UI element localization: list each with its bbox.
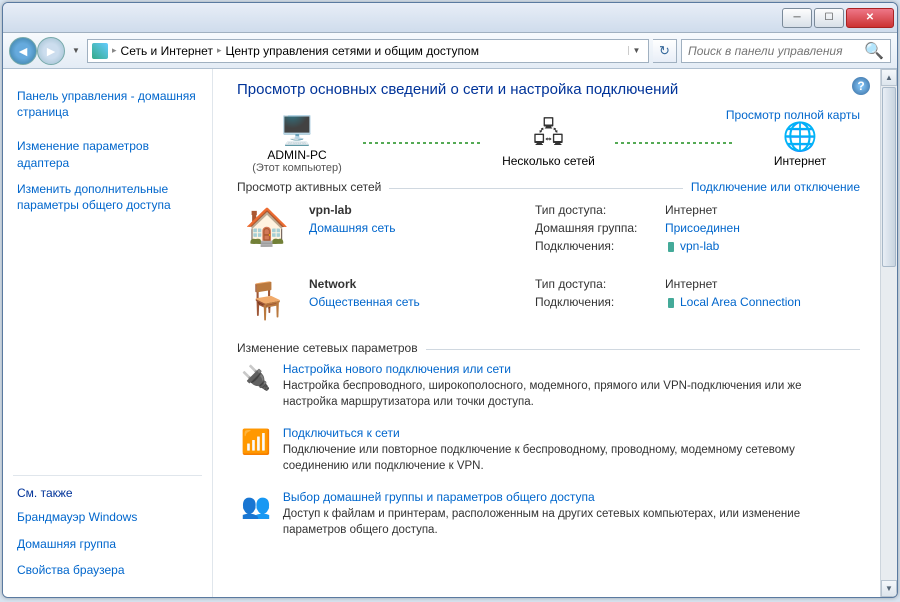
- public-network-icon: 🪑: [241, 277, 293, 325]
- scroll-track[interactable]: [881, 268, 897, 580]
- active-networks-header: Просмотр активных сетей: [237, 180, 389, 194]
- content: ? Просмотр основных сведений о сети и на…: [213, 69, 880, 597]
- sidebar-adapter-settings[interactable]: Изменение параметров адаптера: [13, 133, 202, 175]
- network-icon: [92, 43, 108, 59]
- view-full-map-link[interactable]: Просмотр полной карты: [726, 108, 860, 122]
- breadcrumb-1[interactable]: Сеть и Интернет: [121, 44, 213, 58]
- search-icon: 🔍: [864, 41, 884, 61]
- connect-icon: 📶: [241, 426, 271, 458]
- map-this-pc: 🖥️ ADMIN-PC (Этот компьютер): [237, 112, 357, 174]
- search-input[interactable]: [688, 44, 860, 58]
- connection-link[interactable]: vpn-lab: [665, 239, 719, 253]
- breadcrumb-2[interactable]: Центр управления сетями и общим доступом: [225, 44, 479, 58]
- task-connect[interactable]: 📶 Подключиться к сети Подключение или по…: [237, 418, 860, 482]
- chevron-right-icon: ▸: [217, 45, 222, 56]
- sidebar-home[interactable]: Панель управления - домашняя страница: [13, 83, 202, 125]
- homegroup-link[interactable]: Присоединен: [665, 221, 740, 235]
- access-type-label: Тип доступа:: [535, 203, 665, 217]
- homegroup-label: Домашняя группа:: [535, 221, 665, 235]
- network-type-link[interactable]: Домашняя сеть: [309, 221, 519, 235]
- help-icon[interactable]: ?: [852, 77, 870, 95]
- map-multi-label: Несколько сетей: [502, 154, 595, 168]
- forward-button[interactable]: ►: [37, 37, 65, 65]
- see-also-header: См. также: [13, 475, 202, 504]
- access-type-value: Интернет: [665, 203, 717, 217]
- change-settings-header: Изменение сетевых параметров: [237, 341, 426, 355]
- access-type-value: Интернет: [665, 277, 717, 291]
- task-desc: Настройка беспроводного, широкополосного…: [283, 379, 856, 410]
- scroll-thumb[interactable]: [882, 87, 896, 267]
- map-pc-sub: (Этот компьютер): [252, 162, 342, 174]
- homegroup-icon: 👥: [241, 490, 271, 522]
- network-hub-icon: 🖧: [529, 118, 569, 154]
- scroll-up-button[interactable]: ▲: [881, 69, 897, 86]
- connections-label: Подключения:: [535, 295, 665, 309]
- back-button[interactable]: ◄: [9, 37, 37, 65]
- task-new-connection[interactable]: 🔌 Настройка нового подключения или сети …: [237, 354, 860, 418]
- scrollbar[interactable]: ▲ ▼: [880, 69, 897, 597]
- map-internet: 🌐 Интернет: [740, 118, 860, 168]
- map-pc-label: ADMIN-PC: [267, 148, 326, 162]
- network-name: vpn-lab: [309, 203, 519, 217]
- sidebar-homegroup[interactable]: Домашняя группа: [13, 531, 202, 557]
- task-desc: Подключение или повторное подключение к …: [283, 443, 856, 474]
- network-entry-vpnlab: 🏠 vpn-lab Домашняя сеть Тип доступа:Инте…: [237, 193, 860, 267]
- network-name: Network: [309, 277, 519, 291]
- navbar: ◄ ► ▼ ▸ Сеть и Интернет ▸ Центр управлен…: [3, 33, 897, 69]
- connection-link[interactable]: Local Area Connection: [665, 295, 801, 309]
- globe-icon: 🌐: [780, 118, 820, 154]
- sidebar-browser[interactable]: Свойства браузера: [13, 557, 202, 583]
- task-homegroup[interactable]: 👥 Выбор домашней группы и параметров общ…: [237, 482, 860, 546]
- body: Панель управления - домашняя страница Из…: [3, 69, 897, 597]
- map-connector: [615, 142, 735, 144]
- window: ─ ☐ ✕ ◄ ► ▼ ▸ Сеть и Интернет ▸ Центр уп…: [2, 2, 898, 598]
- change-settings-section: Изменение сетевых параметров 🔌 Настройка…: [237, 349, 860, 546]
- adapter-icon: [665, 297, 677, 309]
- address-dropdown[interactable]: ▼: [628, 46, 644, 55]
- minimize-button[interactable]: ─: [782, 8, 812, 28]
- home-network-icon: 🏠: [241, 203, 293, 251]
- task-desc: Доступ к файлам и принтерам, расположенн…: [283, 507, 856, 538]
- new-connection-icon: 🔌: [241, 362, 271, 394]
- network-entry-network: 🪑 Network Общественная сеть Тип доступа:…: [237, 267, 860, 335]
- titlebar: ─ ☐ ✕: [3, 3, 897, 33]
- task-title: Настройка нового подключения или сети: [283, 362, 856, 376]
- search-box[interactable]: 🔍: [681, 39, 891, 63]
- task-title: Выбор домашней группы и параметров общег…: [283, 490, 856, 504]
- network-map: Просмотр полной карты 🖥️ ADMIN-PC (Этот …: [237, 112, 860, 174]
- chevron-right-icon: ▸: [112, 45, 117, 56]
- task-title: Подключиться к сети: [283, 426, 856, 440]
- sidebar-sharing-settings[interactable]: Изменить дополнительные параметры общего…: [13, 176, 202, 218]
- access-type-label: Тип доступа:: [535, 277, 665, 291]
- sidebar-firewall[interactable]: Брандмауэр Windows: [13, 504, 202, 530]
- map-multi-networks: 🖧 Несколько сетей: [489, 118, 609, 168]
- nav-history-dropdown[interactable]: ▼: [69, 37, 83, 65]
- sidebar: Панель управления - домашняя страница Из…: [3, 69, 213, 597]
- map-internet-label: Интернет: [774, 154, 826, 168]
- nav-buttons: ◄ ►: [9, 37, 65, 65]
- refresh-button[interactable]: ↻: [653, 39, 677, 63]
- connect-disconnect-link[interactable]: Подключение или отключение: [683, 180, 860, 194]
- active-networks-section: Просмотр активных сетей Подключение или …: [237, 188, 860, 335]
- adapter-icon: [665, 241, 677, 253]
- connections-label: Подключения:: [535, 239, 665, 253]
- network-type-link[interactable]: Общественная сеть: [309, 295, 519, 309]
- address-bar[interactable]: ▸ Сеть и Интернет ▸ Центр управления сет…: [87, 39, 649, 63]
- close-button[interactable]: ✕: [846, 8, 894, 28]
- map-connector: [363, 142, 483, 144]
- scroll-down-button[interactable]: ▼: [881, 580, 897, 597]
- page-title: Просмотр основных сведений о сети и наст…: [237, 81, 860, 98]
- computer-icon: 🖥️: [277, 112, 317, 148]
- maximize-button[interactable]: ☐: [814, 8, 844, 28]
